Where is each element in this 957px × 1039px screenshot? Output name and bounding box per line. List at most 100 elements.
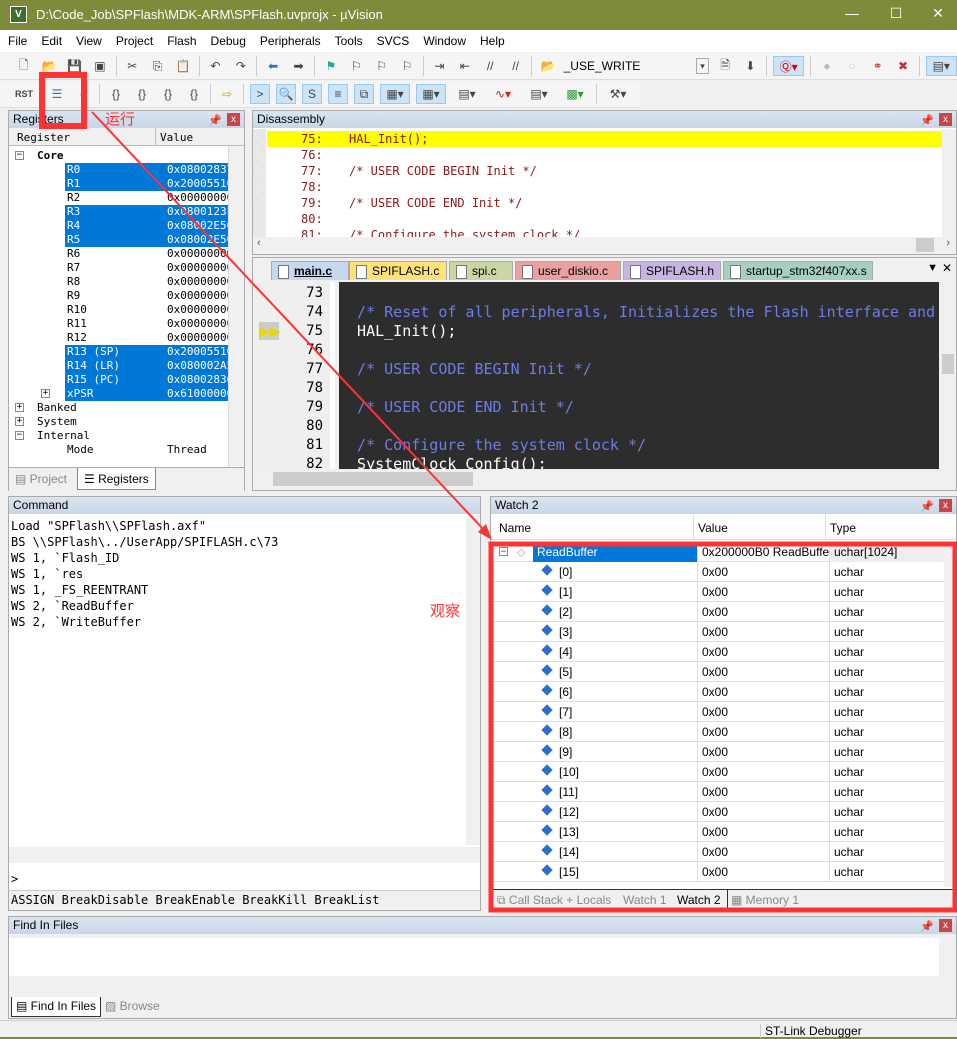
watch-item-row[interactable]: [8] 0x00 uchar <box>493 722 949 742</box>
run-to-cursor-icon[interactable]: {} <box>184 84 204 104</box>
menu-tools[interactable]: Tools <box>335 34 363 48</box>
menu-window[interactable]: Window <box>423 34 466 48</box>
register-row[interactable]: R15 (PC) 0x08002836 <box>9 373 235 387</box>
comment-icon[interactable]: // <box>480 56 499 76</box>
debug-session-icon[interactable]: Ⓠ▾ <box>773 56 805 76</box>
watch-scrollbar[interactable] <box>944 542 954 887</box>
collapse-icon[interactable]: − <box>499 547 508 556</box>
disassembly-vscrollbar[interactable] <box>942 129 956 237</box>
bookmark-icon[interactable]: ⚑ <box>321 56 340 76</box>
show-next-statement-icon[interactable]: ⇨ <box>217 84 237 104</box>
command-vscrollbar[interactable] <box>466 515 480 845</box>
symbols-window-icon[interactable]: S <box>302 84 322 104</box>
disassembly-line[interactable]: 79: /* USER CODE END Init */ <box>267 195 945 211</box>
command-hscrollbar[interactable] <box>9 847 480 863</box>
register-row[interactable]: R7 0x00000000 <box>9 261 233 275</box>
enable-breakpoint-icon[interactable]: ○ <box>843 56 862 76</box>
step-over-icon[interactable]: {} <box>132 84 152 104</box>
menu-view[interactable]: View <box>76 34 102 48</box>
editor-tab[interactable]: user_diskio.c <box>515 261 621 280</box>
code-line[interactable]: 78 <box>253 379 939 398</box>
register-row-mode[interactable]: Mode Thread <box>9 443 229 457</box>
reset-icon[interactable]: RST <box>14 84 34 104</box>
close-panel-icon[interactable]: x <box>939 499 952 512</box>
menu-file[interactable]: File <box>8 34 27 48</box>
watch-item-row[interactable]: [11] 0x00 uchar <box>493 782 949 802</box>
memory-window-icon[interactable]: ▦▾ <box>416 84 446 104</box>
watch-item-row[interactable]: [6] 0x00 uchar <box>493 682 949 702</box>
uncomment-icon[interactable]: // <box>506 56 525 76</box>
editor-tab[interactable]: spi.c <box>449 261 513 280</box>
register-row[interactable]: R11 0x00000000 <box>9 317 233 331</box>
disassembly-window-icon[interactable]: 🔍 <box>276 84 296 104</box>
register-row[interactable]: R2 0x00000000 <box>9 191 233 205</box>
disassembly-line[interactable]: 78: <box>267 179 945 195</box>
navigate-back-icon[interactable]: ⬅ <box>263 56 282 76</box>
clear-bookmarks-icon[interactable]: ⚐ <box>397 56 416 76</box>
code-line[interactable]: 73 <box>253 284 939 303</box>
disassembly-line[interactable]: 80: <box>267 211 945 227</box>
register-row[interactable]: + xPSR 0x61000000 <box>9 387 235 401</box>
call-stack-window-icon[interactable]: ⧉ <box>354 84 374 104</box>
editor-tab[interactable]: SPIFLASH.c <box>349 261 447 280</box>
step-out-icon[interactable]: {} <box>158 84 178 104</box>
column-value[interactable]: Value <box>155 128 197 145</box>
registers-window-icon[interactable]: ≡ <box>328 84 348 104</box>
code-line[interactable]: 77 /* USER CODE BEGIN Init */ <box>253 360 939 379</box>
prev-bookmark-icon[interactable]: ⚐ <box>347 56 366 76</box>
tab-list-icon[interactable]: ▼ <box>927 262 938 274</box>
editor-tab[interactable]: main.c <box>271 261 349 280</box>
step-in-icon[interactable]: {} <box>106 84 126 104</box>
code-line[interactable]: 76 <box>253 341 939 360</box>
close-panel-icon[interactable]: x <box>939 919 952 932</box>
register-row[interactable]: R10 0x00000000 <box>9 303 233 317</box>
incremental-find-icon[interactable]: ⬇ <box>741 56 760 76</box>
minimize-button[interactable]: — <box>842 5 862 21</box>
register-row[interactable]: R3 0x0800123F <box>9 205 235 219</box>
code-line[interactable]: 75 HAL_Init(); <box>253 322 939 341</box>
run-icon[interactable]: ☰ <box>47 84 67 104</box>
menu-peripherals[interactable]: Peripherals <box>260 34 321 48</box>
redo-icon[interactable]: ↷ <box>231 56 250 76</box>
trace-window-icon[interactable]: ▤▾ <box>524 84 554 104</box>
menu-flash[interactable]: Flash <box>167 34 196 48</box>
paste-icon[interactable]: 📋 <box>173 56 192 76</box>
editor-tab[interactable]: SPIFLASH.h <box>623 261 721 280</box>
watch-item-row[interactable]: [13] 0x00 uchar <box>493 822 949 842</box>
serial-window-icon[interactable]: ▤▾ <box>452 84 482 104</box>
register-row[interactable]: R4 0x08002E50 <box>9 219 235 233</box>
watch-item-row[interactable]: [14] 0x00 uchar <box>493 842 949 862</box>
menu-edit[interactable]: Edit <box>41 34 62 48</box>
save-icon[interactable]: 💾 <box>65 56 84 76</box>
register-row[interactable]: R14 (LR) 0x080002A5 <box>9 359 235 373</box>
code-line[interactable]: 82 SystemClock_Config(); <box>253 455 939 469</box>
column-register[interactable]: Register <box>17 131 70 144</box>
editor-tab[interactable]: startup_stm32f407xx.s <box>723 261 873 280</box>
watch-root-row[interactable]: − ⬦ ReadBuffer 0x200000B0 ReadBuffe... uchar… <box>493 542 949 562</box>
column-value[interactable]: Value <box>693 514 732 540</box>
menu-project[interactable]: Project <box>116 34 153 48</box>
watch-item-row[interactable]: [2] 0x00 uchar <box>493 602 949 622</box>
group-internal[interactable]: − Internal <box>9 429 229 443</box>
code-line[interactable]: 74 /* Reset of all peripherals, Initiali… <box>253 303 939 322</box>
open-file-icon[interactable]: 📂 <box>39 56 58 76</box>
expand-icon[interactable]: + <box>41 389 50 398</box>
group-core[interactable]: − Core <box>9 149 229 163</box>
unindent-icon[interactable]: ⇤ <box>455 56 474 76</box>
column-type[interactable]: Type <box>825 514 860 540</box>
tab-watch-1[interactable]: Watch 1 <box>623 890 667 910</box>
disassembly-hscrollbar[interactable]: ‹ › <box>253 237 956 254</box>
stop-icon[interactable]: ● <box>73 84 93 104</box>
pin-icon[interactable]: 📌 <box>920 113 934 130</box>
editor-vscrollbar[interactable] <box>940 282 956 469</box>
tab-project[interactable]: ▤ Project <box>15 472 67 486</box>
menu-debug[interactable]: Debug <box>211 34 246 48</box>
code-line[interactable]: 79 /* USER CODE END Init */ <box>253 398 939 417</box>
insert-breakpoint-icon[interactable]: ● <box>817 56 836 76</box>
close-panel-icon[interactable]: x <box>227 113 240 126</box>
new-file-icon[interactable]: 🗋 <box>14 56 33 76</box>
tab-registers[interactable]: ☰ Registers <box>77 468 156 490</box>
register-row[interactable]: R5 0x08002E50 <box>9 233 235 247</box>
tab-find-in-files[interactable]: ▤ Find In Files <box>11 997 102 1017</box>
register-row[interactable]: R8 0x00000000 <box>9 275 233 289</box>
